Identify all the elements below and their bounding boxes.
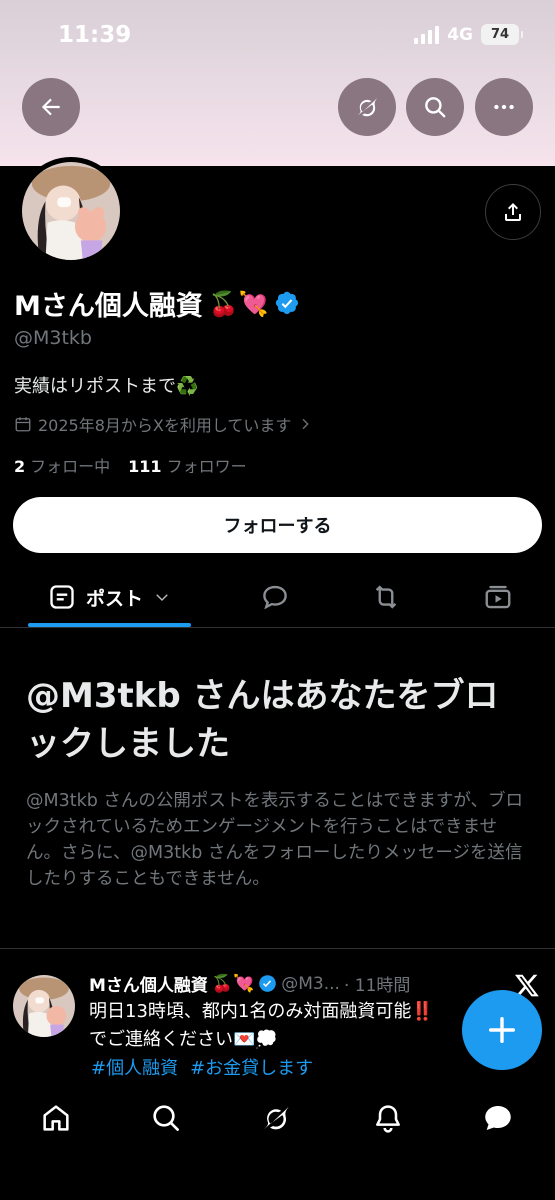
- tweet-time: · 11時間: [343, 976, 411, 996]
- tab-active-indicator: [28, 623, 191, 627]
- tweet-avatar[interactable]: [13, 975, 75, 1037]
- more-icon: [494, 104, 514, 110]
- tweet-text-line: 明日13時頃、都内1名のみ対面融資可能‼️: [89, 1001, 434, 1022]
- profile-name-emojis: 🍒💘: [208, 289, 269, 318]
- tweet-author-name[interactable]: Mさん個人融資: [89, 971, 208, 996]
- battery-icon: 74: [481, 24, 523, 45]
- avatar-image: [22, 162, 120, 260]
- profile-handle: @M3tkb: [14, 327, 92, 349]
- calendar-icon: [15, 417, 31, 432]
- bottom-nav: [0, 1088, 555, 1200]
- followers-label: フォロワー: [166, 457, 247, 476]
- profile-bio: 実績はリポストまで♻️: [14, 376, 199, 397]
- posts-icon: [50, 585, 74, 609]
- following-label: フォロー中: [30, 457, 111, 476]
- bell-icon: [376, 1105, 400, 1133]
- nav-grok[interactable]: [258, 1100, 294, 1136]
- chat-bubble-icon: [485, 1105, 511, 1131]
- chevron-down-icon: [156, 594, 168, 602]
- battery-level: 74: [490, 27, 510, 42]
- grok-icon: [357, 97, 378, 117]
- tab-replies[interactable]: [255, 568, 295, 626]
- search-icon: [425, 97, 446, 118]
- home-icon: [43, 1105, 69, 1131]
- media-icon: [485, 585, 511, 609]
- plus-icon: [488, 1016, 516, 1044]
- tweet-hashtags: #個人融資 #お金貸します: [91, 1054, 313, 1080]
- following-link[interactable]: 2 フォロー中: [14, 453, 110, 477]
- tweet-text-line: でご連絡ください💌💭: [89, 1029, 278, 1050]
- nav-messages[interactable]: [480, 1100, 516, 1136]
- profile-avatar[interactable]: [17, 157, 125, 265]
- follow-button[interactable]: フォローする: [13, 497, 542, 553]
- status-time: 11:39: [58, 22, 132, 48]
- repost-icon: [375, 585, 397, 609]
- tab-media[interactable]: [478, 568, 518, 626]
- grok-icon: [264, 1106, 289, 1130]
- profile-name-text: Mさん個人融資: [14, 291, 203, 322]
- hashtag-link[interactable]: #お金貸します: [190, 1054, 313, 1080]
- more-button[interactable]: [475, 78, 533, 136]
- search-icon: [153, 1105, 179, 1131]
- status-bar: 11:39 4G 74: [0, 0, 555, 70]
- share-button[interactable]: [485, 184, 541, 240]
- joined-date[interactable]: 2025年8月からXを利用しています: [14, 412, 313, 436]
- network-type: 4G: [447, 24, 473, 45]
- search-button[interactable]: [406, 78, 464, 136]
- compose-button[interactable]: [462, 990, 542, 1070]
- verified-badge-icon: [259, 975, 277, 992]
- follow-stats: 2 フォロー中 111 フォロワー: [14, 453, 247, 477]
- nav-home[interactable]: [38, 1100, 74, 1136]
- nav-search[interactable]: [148, 1100, 184, 1136]
- tweet-text: 明日13時頃、都内1名のみ対面融資可能‼️ でご連絡ください💌💭: [89, 998, 479, 1054]
- tab-reposts[interactable]: [366, 568, 406, 626]
- grok-button[interactable]: [338, 78, 396, 136]
- blocked-description: @M3tkb さんの公開ポストを表示することはできますが、ブロックされているため…: [26, 791, 524, 889]
- tweet-author-emojis: 🍒💘: [211, 973, 255, 994]
- tweet-author-handle: @M3...: [281, 973, 340, 994]
- tab-posts[interactable]: ポスト: [28, 568, 191, 626]
- profile-tabs: ポスト: [0, 568, 555, 628]
- following-count: 2: [14, 457, 26, 476]
- back-arrow-icon: [41, 98, 60, 116]
- back-button[interactable]: [22, 78, 80, 136]
- share-icon: [505, 203, 521, 221]
- divider: [0, 948, 555, 949]
- tweet-header: Mさん個人融資 🍒💘 @M3... · 11時間: [89, 971, 411, 997]
- signal-icon: [414, 25, 440, 44]
- nav-notifications[interactable]: [370, 1100, 406, 1136]
- verified-badge-icon[interactable]: [275, 291, 300, 316]
- tweet-avatar-image: [13, 975, 75, 1037]
- joined-date-text: 2025年8月からXを利用しています: [38, 416, 292, 435]
- followers-count: 111: [128, 457, 162, 476]
- tab-posts-label: ポスト: [85, 587, 143, 610]
- chevron-right-icon: [302, 418, 310, 430]
- blocked-title: @M3tkb さんはあなたをブロックしました: [26, 676, 499, 764]
- followers-link[interactable]: 111 フォロワー: [128, 453, 246, 477]
- hashtag-link[interactable]: #個人融資: [91, 1054, 178, 1080]
- profile-name: Mさん個人融資 🍒💘: [14, 284, 300, 323]
- reply-icon: [263, 585, 287, 610]
